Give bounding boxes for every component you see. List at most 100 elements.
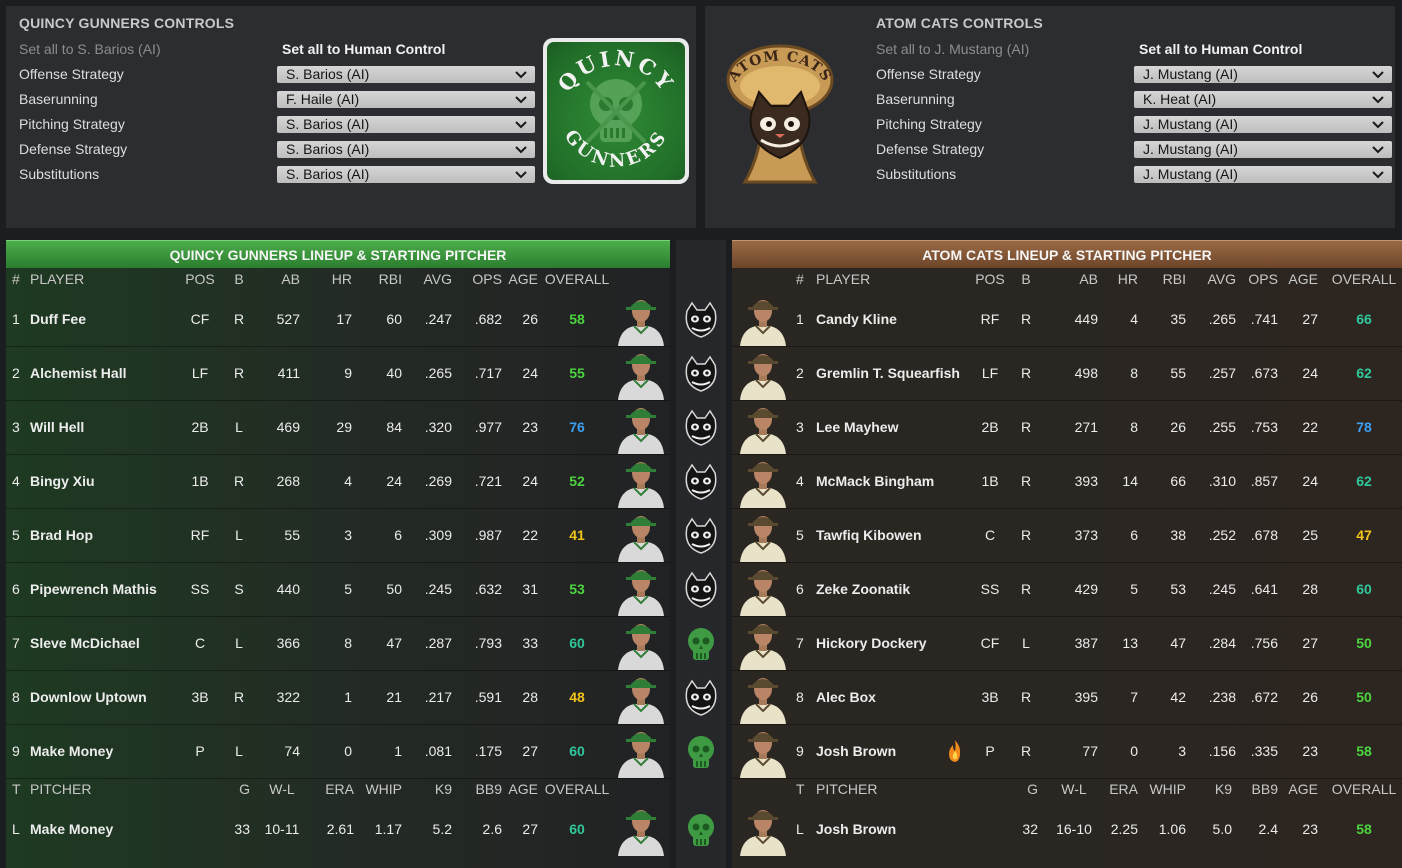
defense-strategy-select[interactable]: S. Barios (AI)	[277, 141, 535, 158]
stat-ops: .673	[1250, 365, 1278, 381]
stat-overall: 50	[1356, 635, 1372, 651]
player-name[interactable]: Gremlin T. Squearfish	[816, 365, 976, 381]
stat-ab: 55	[284, 527, 300, 543]
stat-overall: 60	[569, 635, 585, 651]
player-name[interactable]: Bingy Xiu	[30, 473, 190, 489]
defense-strategy-label: Defense Strategy	[19, 141, 128, 157]
stat-avg: .284	[1208, 635, 1236, 651]
stat-num: 1	[796, 311, 804, 327]
pitching-strategy-label: Pitching Strategy	[876, 116, 982, 132]
player-name[interactable]: Brad Hop	[30, 527, 190, 543]
substitutions-select[interactable]: S. Barios (AI)	[277, 166, 535, 183]
player-name[interactable]: Sleve McDichael	[30, 635, 190, 651]
substitutions-select[interactable]: J. Mustang (AI)	[1134, 166, 1392, 183]
set-all-ai-button[interactable]: Set all to J. Mustang (AI)	[876, 41, 1029, 57]
stat-age: 22	[1302, 419, 1318, 435]
player-name[interactable]: Alec Box	[816, 689, 976, 705]
atomcats-lineup-panel: ATOM CATS LINEUP & STARTING PITCHER # PLA…	[732, 240, 1402, 868]
pitching-strategy-select[interactable]: S. Barios (AI)	[277, 116, 535, 133]
player-portrait	[612, 293, 670, 346]
stat-ops: .682	[474, 311, 502, 327]
offense-strategy-select[interactable]: S. Barios (AI)	[277, 66, 535, 83]
stat-overall: 47	[1356, 527, 1372, 543]
stat-age: 23	[522, 419, 538, 435]
stat-num: 1	[12, 311, 20, 327]
select-value: S. Barios (AI)	[286, 66, 370, 82]
player-portrait	[612, 563, 670, 616]
player-portrait	[734, 293, 792, 346]
player-name[interactable]: Make Money	[30, 743, 190, 759]
stat-overall: 41	[569, 527, 585, 543]
pitcher-name[interactable]: Make Money	[30, 821, 190, 837]
stat-ab: 322	[276, 689, 300, 705]
stat-avg: .310	[1208, 473, 1236, 489]
player-name[interactable]: Candy Kline	[816, 311, 976, 327]
baserunning-select[interactable]: K. Heat (AI)	[1134, 91, 1392, 108]
pitcher-stat-overall: 60	[569, 821, 585, 837]
offense-strategy-label: Offense Strategy	[876, 66, 981, 82]
player-name[interactable]: Tawfiq Kibowen	[816, 527, 976, 543]
stat-ab: 77	[1082, 743, 1098, 759]
column-header: POS	[975, 271, 1005, 287]
select-value: J. Mustang (AI)	[1143, 141, 1238, 157]
stat-hr: 4	[344, 473, 352, 489]
stat-pos: SS	[190, 581, 210, 597]
set-all-human-button[interactable]: Set all to Human Control	[1139, 41, 1302, 57]
player-portrait	[734, 725, 792, 778]
column-header: B	[234, 271, 244, 287]
column-header: AB	[281, 271, 300, 287]
stat-b: R	[1020, 311, 1032, 327]
column-header: RBI	[378, 271, 402, 287]
defense-strategy-select[interactable]: J. Mustang (AI)	[1134, 141, 1392, 158]
chevron-down-icon	[1371, 66, 1385, 83]
stat-rbi: 21	[386, 689, 402, 705]
set-all-ai-button[interactable]: Set all to S. Barios (AI)	[19, 41, 161, 57]
player-name[interactable]: Will Hell	[30, 419, 190, 435]
column-header: PLAYER	[30, 271, 85, 287]
stat-ab: 411	[277, 365, 300, 381]
set-all-human-button[interactable]: Set all to Human Control	[282, 41, 445, 57]
pitcher-stat-t: L	[796, 821, 804, 837]
stat-avg: .217	[424, 689, 452, 705]
stat-hr: 0	[1130, 743, 1138, 759]
baserunning-label: Baserunning	[19, 91, 98, 107]
stat-ab: 271	[1074, 419, 1098, 435]
offense-strategy-select[interactable]: J. Mustang (AI)	[1134, 66, 1392, 83]
stat-pos: C	[984, 527, 996, 543]
stat-hr: 5	[344, 581, 352, 597]
player-portrait	[612, 455, 670, 508]
stat-age: 24	[522, 473, 538, 489]
stat-hr: 0	[344, 743, 352, 759]
select-value: J. Mustang (AI)	[1143, 166, 1238, 182]
stat-num: 5	[796, 527, 804, 543]
player-name[interactable]: Lee Mayhew	[816, 419, 976, 435]
player-portrait	[734, 617, 792, 670]
player-name[interactable]: Duff Fee	[30, 311, 190, 327]
stat-avg: .287	[424, 635, 452, 651]
stat-ops: .678	[1250, 527, 1278, 543]
pitcher-stat-k9: 5.0	[1212, 821, 1232, 837]
matchup-icon-column	[676, 240, 726, 868]
cat-icon	[683, 679, 719, 717]
pitcher-stat-k9: 5.2	[432, 821, 452, 837]
player-name[interactable]: Alchemist Hall	[30, 365, 190, 381]
player-name[interactable]: Zeke Zoonatik	[816, 581, 976, 597]
pitcher-name[interactable]: Josh Brown	[816, 821, 976, 837]
player-name[interactable]: Hickory Dockery	[816, 635, 976, 651]
player-name[interactable]: Pipewrench Mathis	[30, 581, 190, 597]
atomcats-controls-panel: ATOM CATS ATOM CATS CONTROLS Set all to …	[705, 6, 1395, 228]
pitcher-stat-age: 23	[1302, 821, 1318, 837]
pitcher-stat-wl: 16-10	[1056, 821, 1092, 837]
stat-hr: 3	[344, 527, 352, 543]
column-header: W-L	[1061, 781, 1087, 797]
pitching-strategy-select[interactable]: J. Mustang (AI)	[1134, 116, 1392, 133]
chevron-down-icon	[514, 141, 528, 158]
stat-num: 2	[796, 365, 804, 381]
chevron-down-icon	[1371, 116, 1385, 133]
baserunning-select[interactable]: F. Haile (AI)	[277, 91, 535, 108]
player-name[interactable]: Downlow Uptown	[30, 689, 190, 705]
player-name[interactable]: McMack Bingham	[816, 473, 976, 489]
stat-overall: 50	[1356, 689, 1372, 705]
gunners-controls-panel: QUINCY GUNNERS CONTROLS Set all to S. Ba…	[6, 6, 696, 228]
stat-num: 9	[796, 743, 804, 759]
